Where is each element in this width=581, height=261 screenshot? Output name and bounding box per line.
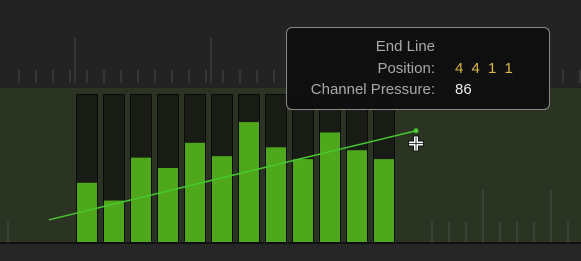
lane-bottom-strip: [0, 243, 581, 261]
tooltip-position-value: 4 4 1 1: [455, 60, 515, 77]
tooltip-title: End Line: [375, 38, 435, 55]
end-point-handle[interactable]: [413, 128, 419, 134]
velocity-bar: [320, 132, 340, 242]
velocity-bar: [266, 147, 286, 242]
value-tooltip: End Line Position: 4 4 1 1 Channel Press…: [286, 27, 550, 110]
velocity-bar: [239, 122, 259, 242]
velocity-bar: [374, 159, 394, 242]
velocity-bar: [185, 142, 205, 242]
tooltip-pressure-label: Channel Pressure:: [310, 81, 435, 98]
velocity-bar: [104, 200, 124, 242]
end-point-dot: [413, 128, 419, 134]
velocity-bar: [347, 150, 367, 242]
velocity-bar: [212, 156, 232, 242]
velocity-bar: [293, 159, 313, 242]
tooltip-pressure-value: 86: [455, 81, 472, 98]
tooltip-position-label: Position:: [377, 60, 435, 77]
velocity-bar: [158, 168, 178, 242]
